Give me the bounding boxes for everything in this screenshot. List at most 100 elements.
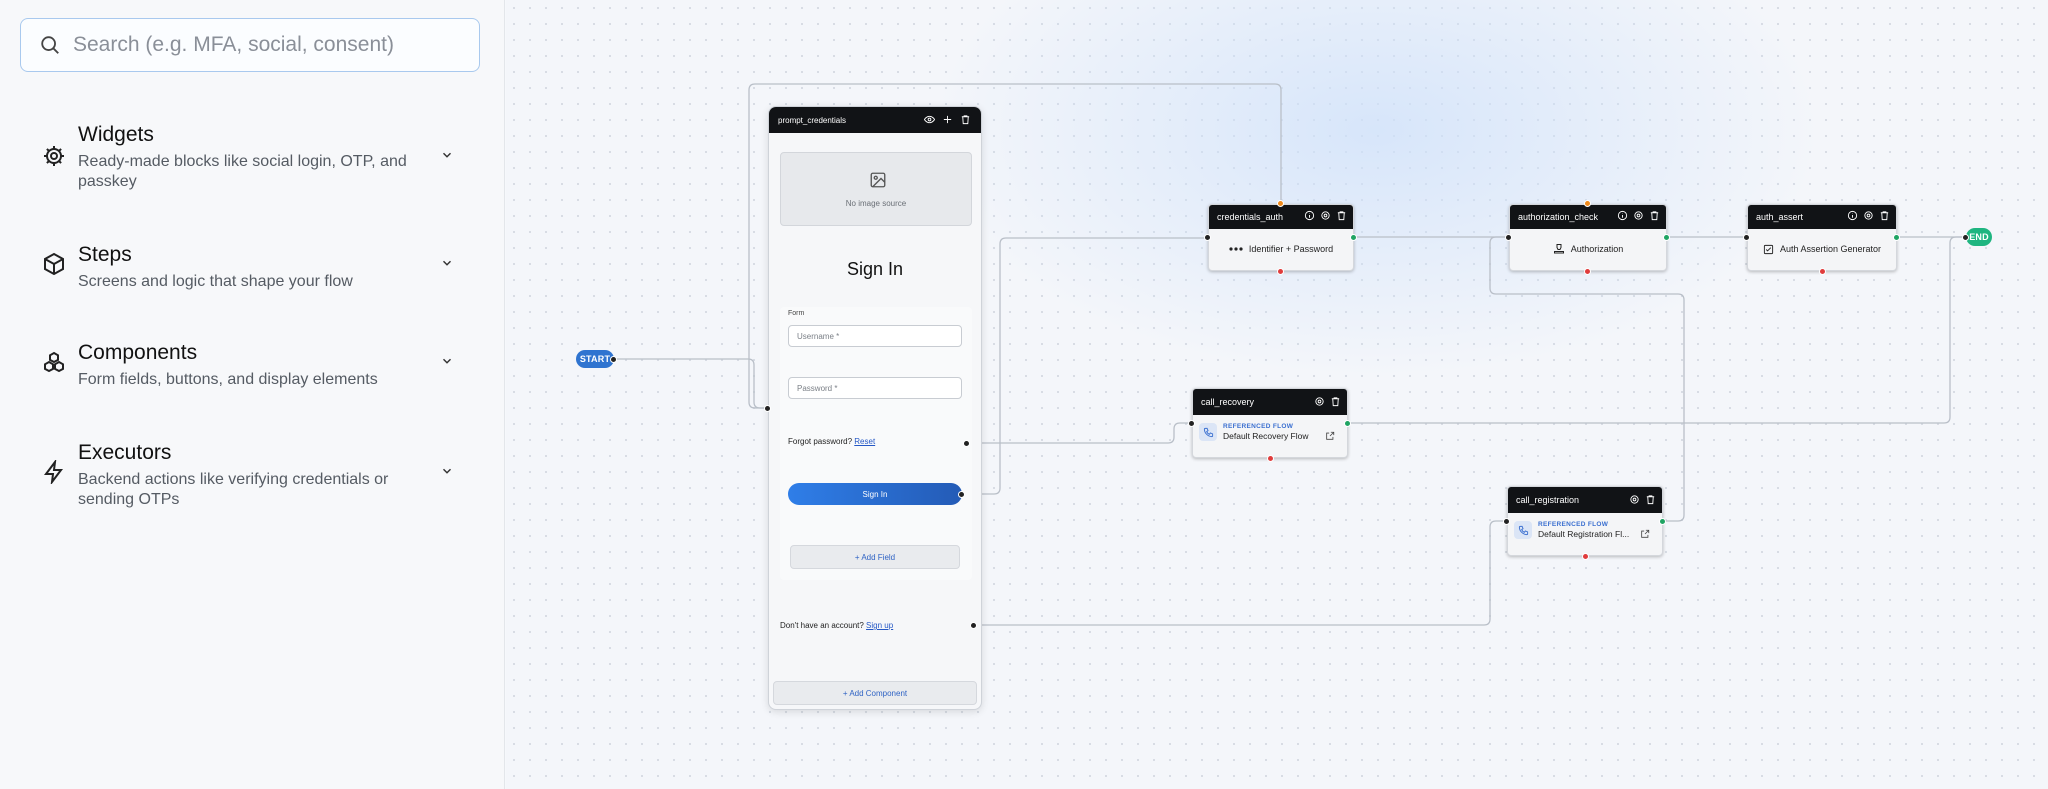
authorization-check-node[interactable]: authorization_check Authorization <box>1509 204 1667 271</box>
sign-in-button[interactable]: Sign In <box>788 483 962 505</box>
settings-icon[interactable] <box>1863 210 1874 221</box>
chevron-down-icon[interactable] <box>440 256 454 275</box>
signup-label: Don't have an account? <box>780 621 864 630</box>
credentials-top-handle[interactable] <box>1277 200 1284 207</box>
chevron-down-icon[interactable] <box>440 464 454 483</box>
node-title: prompt_credentials <box>778 115 847 125</box>
search-box[interactable] <box>20 18 480 72</box>
recovery-success-handle[interactable] <box>1344 420 1351 427</box>
category-title: Steps <box>78 243 132 266</box>
auth-assert-node[interactable]: auth_assert Auth Assertion Generator <box>1747 204 1897 271</box>
checkbox-icon <box>1763 244 1774 254</box>
stamp-icon <box>1553 244 1564 254</box>
chevron-down-icon[interactable] <box>440 354 454 373</box>
category-steps[interactable]: Steps Screens and logic that shape your … <box>20 228 480 308</box>
dots-icon <box>1229 247 1243 251</box>
referenced-flow-name: Default Registration Fl... <box>1538 529 1630 539</box>
category-title: Executors <box>78 441 172 464</box>
trash-icon[interactable] <box>1336 210 1347 221</box>
username-field[interactable]: Username * <box>788 325 962 347</box>
external-link-icon[interactable] <box>1325 431 1335 441</box>
recovery-input-handle[interactable] <box>1188 420 1195 427</box>
credentials-auth-node[interactable]: credentials_auth Identifier + Password <box>1208 204 1354 271</box>
flow-canvas[interactable]: START END prompt_credentials No image so… <box>506 0 2048 789</box>
add-component-button[interactable]: + Add Component <box>773 681 977 705</box>
credentials-failure-handle[interactable] <box>1277 268 1284 275</box>
category-description: Screens and logic that shape your flow <box>78 273 353 290</box>
category-widgets[interactable]: Widgets Ready-made blocks like social lo… <box>20 108 480 206</box>
node-body: Auth Assertion Generator <box>1748 229 1896 269</box>
settings-icon[interactable] <box>1633 210 1644 221</box>
plus-icon[interactable] <box>942 114 953 125</box>
settings-icon[interactable] <box>1314 396 1325 407</box>
widgets-gear-icon <box>42 144 66 173</box>
trash-icon[interactable] <box>1879 210 1890 221</box>
assert-failure-handle[interactable] <box>1819 268 1826 275</box>
screen-heading: Sign In <box>846 259 904 279</box>
prompt-input-handle[interactable] <box>764 405 771 412</box>
referenced-flow[interactable]: REFERENCED FLOW Default Recovery Flow <box>1199 423 1309 441</box>
authz-success-handle[interactable] <box>1663 234 1670 241</box>
category-components[interactable]: Components Form fields, buttons, and dis… <box>20 326 480 406</box>
assert-success-handle[interactable] <box>1893 234 1900 241</box>
end-node[interactable]: END <box>1966 228 1992 246</box>
authz-failure-handle[interactable] <box>1584 268 1591 275</box>
trash-icon[interactable] <box>1330 396 1341 407</box>
authz-top-handle[interactable] <box>1584 200 1591 207</box>
settings-icon[interactable] <box>1320 210 1331 221</box>
signup-text: Don't have an account? Sign up <box>780 621 893 630</box>
canvas-highlight <box>926 0 1826 380</box>
category-executors[interactable]: Executors Backend actions like verifying… <box>20 424 480 524</box>
call-registration-node[interactable]: call_registration REFERENCED FLOW Defaul… <box>1507 486 1663 556</box>
reset-link[interactable]: Reset <box>854 437 875 446</box>
node-body: Identifier + Password <box>1209 229 1353 269</box>
trash-icon[interactable] <box>1649 210 1660 221</box>
search-icon <box>41 36 59 54</box>
trash-icon[interactable] <box>1645 494 1656 505</box>
start-handle[interactable] <box>610 356 617 363</box>
node-title: call_recovery <box>1201 397 1255 407</box>
node-header: prompt_credentials <box>769 107 981 133</box>
eye-icon[interactable] <box>924 114 935 125</box>
external-link-icon[interactable] <box>1640 529 1650 539</box>
forgot-password-text: Forgot password? Reset <box>788 437 875 446</box>
signup-link[interactable]: Sign up <box>866 621 893 630</box>
chevron-down-icon[interactable] <box>440 148 454 167</box>
settings-icon[interactable] <box>1629 494 1640 505</box>
credentials-input-handle[interactable] <box>1204 234 1211 241</box>
category-description: Backend actions like verifying credentia… <box>78 471 389 508</box>
info-icon[interactable] <box>1847 210 1858 221</box>
category-title: Components <box>78 341 198 364</box>
referenced-flow-label: REFERENCED FLOW <box>1538 521 1609 528</box>
recovery-failure-handle[interactable] <box>1267 455 1274 462</box>
node-header: authorization_check <box>1510 205 1666 229</box>
search-input[interactable] <box>73 33 473 57</box>
trash-icon[interactable] <box>960 114 971 125</box>
password-field[interactable]: Password * <box>788 377 962 399</box>
reset-output-handle[interactable] <box>963 440 970 447</box>
end-handle[interactable] <box>1962 234 1969 241</box>
assert-input-handle[interactable] <box>1743 234 1750 241</box>
signup-output-handle[interactable] <box>970 622 977 629</box>
form-block[interactable]: Form Username * Password * Forgot passwo… <box>780 307 972 580</box>
credentials-success-handle[interactable] <box>1350 234 1357 241</box>
registration-success-handle[interactable] <box>1659 518 1666 525</box>
registration-failure-handle[interactable] <box>1582 553 1589 560</box>
phone-icon <box>1199 423 1217 441</box>
start-node[interactable]: START <box>576 350 614 368</box>
add-field-button[interactable]: + Add Field <box>790 545 960 569</box>
category-description: Form fields, buttons, and display elemen… <box>78 371 378 388</box>
call-recovery-node[interactable]: call_recovery REFERENCED FLOW Default Re… <box>1192 388 1348 458</box>
registration-input-handle[interactable] <box>1503 518 1510 525</box>
prompt-credentials-node[interactable]: prompt_credentials No image source Sign … <box>768 106 982 710</box>
signin-output-handle[interactable] <box>958 491 965 498</box>
authz-input-handle[interactable] <box>1505 234 1512 241</box>
forgot-label: Forgot password? <box>788 437 853 446</box>
referenced-flow[interactable]: REFERENCED FLOW Default Registration Fl.… <box>1514 521 1629 539</box>
image-placeholder[interactable]: No image source <box>780 152 972 226</box>
executor-label: Auth Assertion Generator <box>1779 244 1882 254</box>
info-icon[interactable] <box>1304 210 1315 221</box>
info-icon[interactable] <box>1617 210 1628 221</box>
edge-signin-credentials <box>962 237 1208 495</box>
components-icon <box>42 350 66 379</box>
